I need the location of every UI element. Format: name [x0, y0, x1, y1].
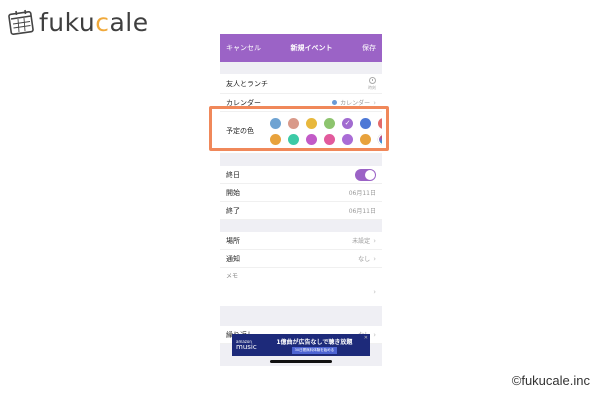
chevron-right-icon: ›	[373, 330, 376, 339]
section-gap	[220, 220, 382, 232]
memo-label: メモ	[226, 273, 239, 280]
calendar-logo-icon	[8, 9, 34, 35]
start-row[interactable]: 開始 06月11日	[220, 184, 382, 202]
time-label: 時刻	[368, 84, 376, 90]
notify-value: なし ›	[358, 254, 376, 264]
time-toggle[interactable]: 時刻	[368, 76, 376, 91]
memo-field[interactable]: メモ ›	[220, 268, 382, 306]
ad-banner[interactable]: amazon music 1億曲が広告なしで聴き放題 30日間無料体験を始める …	[232, 334, 370, 356]
event-title-input[interactable]: 友人とランチ	[226, 79, 268, 89]
ad-logo-bottom: music	[236, 342, 257, 351]
chevron-right-icon: ›	[373, 254, 376, 263]
ad-cta-button[interactable]: 30日間無料体験を始める	[291, 346, 338, 354]
section-gap	[220, 62, 382, 74]
end-label: 終了	[226, 206, 240, 215]
chevron-right-icon: ›	[373, 288, 376, 296]
allday-label: 終日	[226, 170, 240, 179]
location-value-text: 未設定	[352, 238, 371, 245]
brand-logo: fukucale	[8, 6, 149, 38]
start-label: 開始	[226, 188, 240, 197]
copyright-text: ©fukucale.inc	[511, 373, 590, 388]
amazon-music-logo: amazon music	[236, 339, 257, 351]
section-gap	[220, 318, 382, 326]
location-row[interactable]: 場所 未設定 ›	[220, 232, 382, 250]
notify-row[interactable]: 通知 なし ›	[220, 250, 382, 268]
start-value: 06月11日	[348, 190, 376, 197]
location-value: 未設定 ›	[352, 236, 376, 246]
highlight-box	[209, 106, 389, 151]
phone-screen: キャンセル 新規イベント 保存 友人とランチ 時刻 カレンダー カレンダー › …	[220, 34, 382, 366]
nav-bar: キャンセル 新規イベント 保存	[220, 34, 382, 62]
save-button[interactable]: 保存	[362, 43, 376, 53]
brand-name: fukucale	[39, 7, 149, 37]
ad-content: 1億曲が広告なしで聴き放題 30日間無料体験を始める	[263, 337, 366, 354]
section-gap	[220, 306, 382, 318]
notify-value-text: なし	[358, 256, 371, 263]
calendar-color-dot	[332, 100, 338, 105]
cancel-button[interactable]: キャンセル	[226, 43, 261, 53]
end-row[interactable]: 終了 06月11日	[220, 202, 382, 220]
allday-row: 終日	[220, 166, 382, 184]
ad-headline: 1億曲が広告なしで聴き放題	[276, 338, 353, 346]
close-icon[interactable]: ✕	[364, 335, 368, 341]
clock-icon	[368, 76, 376, 84]
section-gap	[220, 154, 382, 166]
location-label: 場所	[226, 236, 240, 245]
notify-label: 通知	[226, 254, 240, 263]
home-indicator[interactable]	[270, 360, 332, 363]
chevron-right-icon: ›	[373, 236, 376, 245]
nav-title: 新規イベント	[290, 44, 333, 52]
event-title-row[interactable]: 友人とランチ 時刻	[220, 74, 382, 94]
allday-toggle[interactable]	[355, 168, 376, 181]
end-value: 06月11日	[348, 208, 376, 215]
